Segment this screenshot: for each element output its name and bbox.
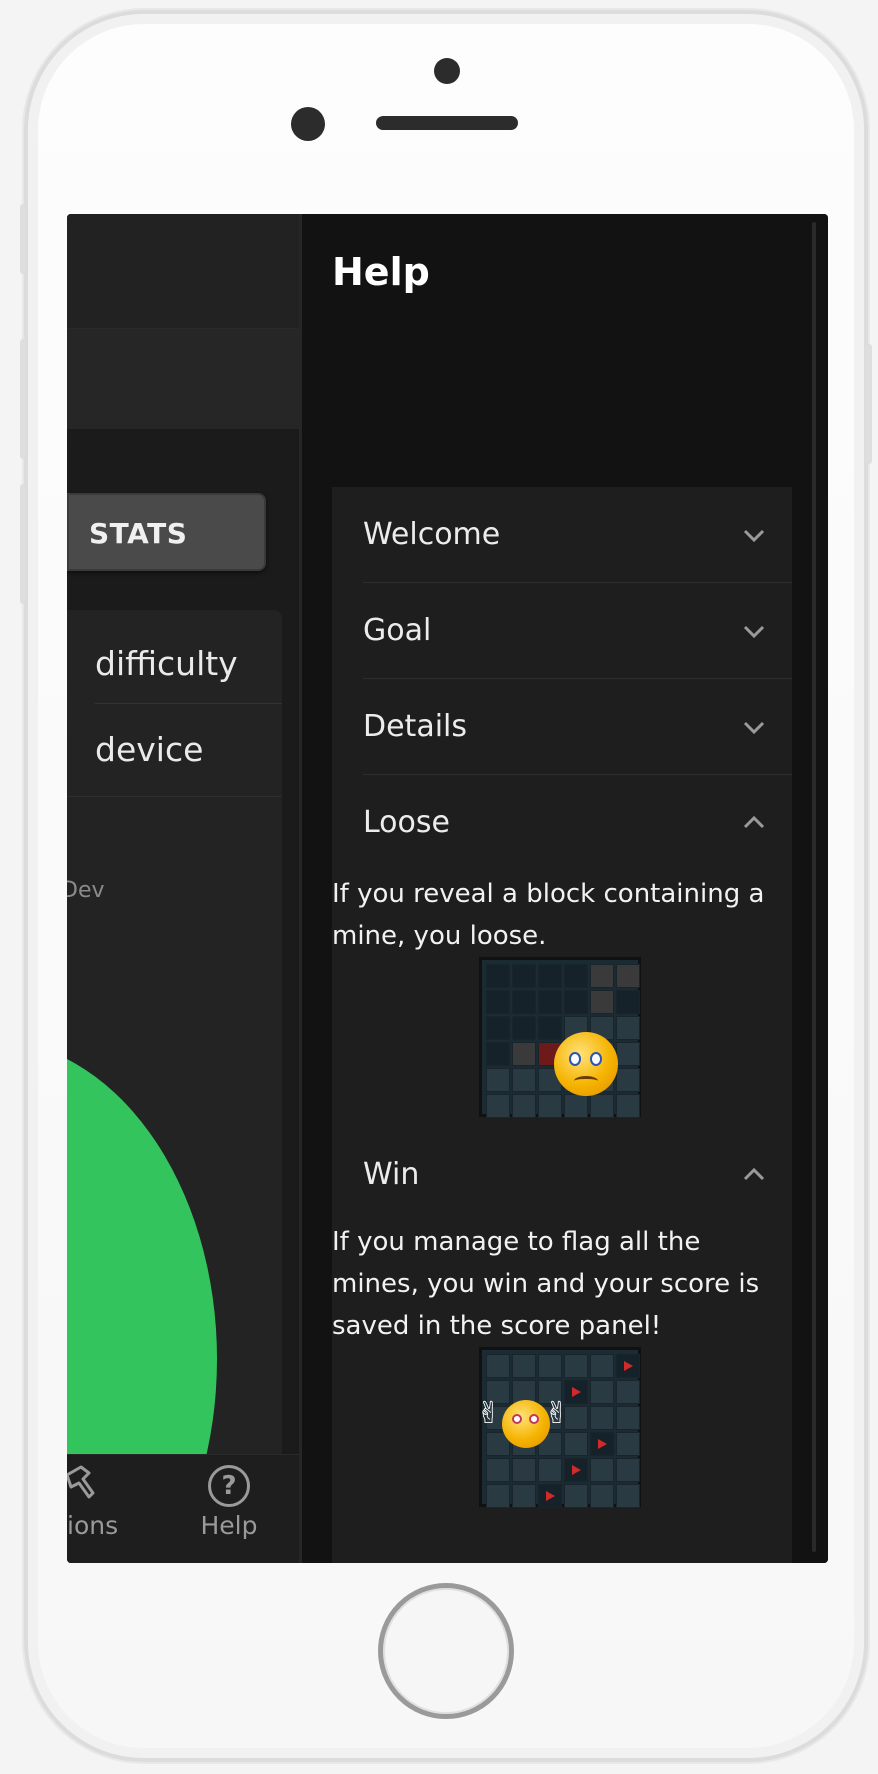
chevron-up-icon [743,815,765,829]
home-button[interactable] [378,1583,514,1719]
card-divider [67,796,282,797]
peace-hand-icon: ✌ [544,1396,570,1431]
help-panel: Help Welcome Goal Details Loose If you r… [302,214,828,1563]
power-button [866,344,872,464]
help-question-icon: ? [208,1465,250,1507]
accordion-title: Goal [363,613,432,648]
chevron-down-icon [743,529,765,543]
dev-label: Dev [67,878,105,903]
chevron-down-icon [743,625,765,639]
bottom-tab-bar: ions ? Help [67,1454,302,1563]
mute-switch [20,204,26,274]
tab-options-label: ions [67,1511,119,1540]
help-title: Help [332,250,430,294]
accordion-title: Win [363,1157,420,1192]
accordion-goal[interactable]: Goal [363,583,792,679]
sad-face-icon [554,1032,618,1096]
app-header [67,214,302,329]
app-subheader [67,329,302,429]
accordion-title: Welcome [363,517,501,552]
accordion-loose[interactable]: Loose [363,775,792,871]
tab-help-label: Help [200,1511,258,1540]
loose-description: If you reveal a block containing a mine,… [332,879,765,951]
chevron-up-icon [743,1167,765,1181]
list-item-difficulty[interactable]: difficulty [95,644,238,683]
loose-board-image [479,957,641,1118]
tab-help[interactable]: ? Help [189,1465,269,1540]
accordion-win[interactable]: Win [363,1127,792,1223]
screen: STATS difficulty device Dev ions ? Help … [67,214,828,1563]
earpiece-speaker [376,116,518,130]
happy-face-icon [502,1400,550,1448]
accordion-title: Loose [363,805,450,840]
volume-up-button [20,339,26,459]
front-camera [291,107,325,141]
background-app: STATS difficulty device Dev ions ? Help [67,214,302,1563]
win-board-image: ✌ ✌ [476,1347,641,1508]
accordion-title: Details [363,709,468,744]
camera-dot [434,58,460,84]
peace-hand-icon: ✌ [476,1396,502,1431]
chevron-down-icon [743,721,765,735]
list-item-device[interactable]: device [95,730,203,769]
help-accordion: Welcome Goal Details Loose If you reveal… [332,487,792,1563]
accordion-welcome[interactable]: Welcome [363,487,792,583]
hammer-icon [67,1465,95,1499]
stats-button[interactable]: STATS [67,493,266,571]
accordion-details[interactable]: Details [363,679,792,775]
volume-down-button [20,484,26,604]
list-divider [95,703,282,704]
win-description: If you manage to flag all the mines, you… [332,1227,760,1341]
scrollbar[interactable] [812,222,816,1552]
